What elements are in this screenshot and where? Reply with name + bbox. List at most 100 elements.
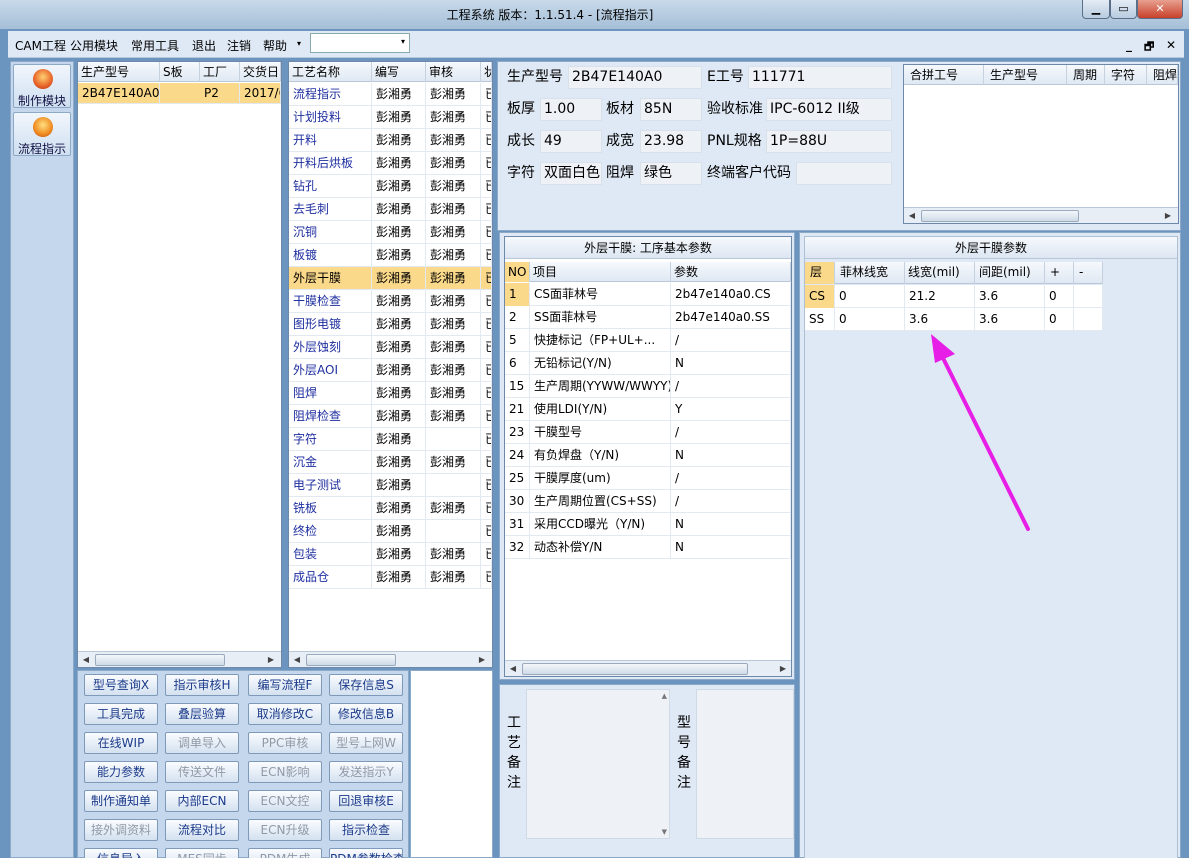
action-button[interactable]: PPC审核	[248, 732, 322, 754]
module-combo[interactable]: ▾	[310, 33, 410, 53]
action-button[interactable]: 编写流程F	[248, 674, 322, 696]
scroll-right-icon[interactable]: ▶	[1162, 210, 1174, 222]
action-button[interactable]: 型号上网W	[329, 732, 403, 754]
action-button[interactable]: 内部ECN	[165, 790, 239, 812]
action-button[interactable]: 型号查询X	[84, 674, 158, 696]
merge-grid-scrollbar[interactable]: ◀ ▶	[904, 207, 1178, 223]
scroll-left-icon[interactable]: ◀	[291, 654, 303, 666]
action-button[interactable]: 指示审核H	[165, 674, 239, 696]
scroll-down-icon[interactable]: ▼	[662, 828, 667, 836]
scroll-right-icon[interactable]: ▶	[265, 654, 277, 666]
param-row[interactable]: 25 干膜厚度(um) /	[505, 467, 791, 490]
process-row[interactable]: 字符彭湘勇 已	[289, 428, 492, 451]
process-row[interactable]: 阻焊检查彭湘勇彭湘勇已	[289, 405, 492, 428]
action-button[interactable]: 修改信息B	[329, 703, 403, 725]
table-row[interactable]: 2B47E140A0 P2 2017/6	[78, 83, 281, 104]
scroll-thumb[interactable]	[921, 210, 1079, 222]
nav-production-module[interactable]: 制作模块	[13, 64, 71, 108]
scroll-thumb[interactable]	[306, 654, 396, 666]
film-row[interactable]: SS 0 3.6 3.6 0	[805, 308, 1103, 331]
process-row[interactable]: 阻焊彭湘勇彭湘勇已	[289, 382, 492, 405]
process-row[interactable]: 计划投料彭湘勇彭湘勇已	[289, 106, 492, 129]
process-row[interactable]: 外层干膜彭湘勇彭湘勇已	[289, 267, 492, 290]
value-customer-code[interactable]	[796, 162, 892, 185]
process-row[interactable]: 图形电镀彭湘勇彭湘勇已	[289, 313, 492, 336]
process-row[interactable]: 包装彭湘勇彭湘勇已	[289, 543, 492, 566]
value-eno[interactable]: 111771	[748, 66, 892, 89]
action-button[interactable]: 能力参数	[84, 761, 158, 783]
col-model[interactable]: 生产型号	[78, 62, 160, 82]
menu-exit[interactable]: 退出	[192, 37, 216, 54]
value-pnl[interactable]: 1P=88U	[766, 130, 892, 153]
close-button[interactable]: ✕	[1137, 0, 1183, 19]
process-row[interactable]: 开料后烘板彭湘勇彭湘勇已	[289, 152, 492, 175]
col-reviewer[interactable]: 审核	[426, 62, 481, 82]
process-row[interactable]: 外层蚀刻彭湘勇彭湘勇已	[289, 336, 492, 359]
mdi-restore-button[interactable]: 🗗	[1144, 38, 1154, 57]
action-button[interactable]: ECN影响	[248, 761, 322, 783]
value-standard[interactable]: IPC-6012 II级	[766, 98, 892, 121]
action-button[interactable]: 回退审核E	[329, 790, 403, 812]
process-row[interactable]: 沉铜彭湘勇彭湘勇已	[289, 221, 492, 244]
process-row[interactable]: 开料彭湘勇彭湘勇已	[289, 129, 492, 152]
col-merge-char[interactable]: 字符	[1105, 65, 1147, 85]
col-delivery[interactable]: 交货日	[240, 62, 281, 82]
scroll-left-icon[interactable]: ◀	[507, 663, 519, 675]
action-button[interactable]: 指示检查	[329, 819, 403, 841]
menu-cam[interactable]: CAM工程	[15, 37, 66, 54]
maximize-button[interactable]: ▭	[1110, 0, 1137, 19]
param-row[interactable]: 15 生产周期(YYWW/WWYY) /	[505, 375, 791, 398]
col-merge-period[interactable]: 周期	[1067, 65, 1105, 85]
menu-common-module[interactable]: 公用模块	[70, 37, 118, 54]
scroll-left-icon[interactable]: ◀	[906, 210, 918, 222]
process-row[interactable]: 板镀彭湘勇彭湘勇已	[289, 244, 492, 267]
action-button[interactable]: ECN升级	[248, 819, 322, 841]
col-spacing-mil[interactable]: 间距(mil)	[975, 262, 1045, 284]
process-notes-input[interactable]: ▲ ▼	[526, 689, 670, 839]
model-notes-input[interactable]	[696, 689, 794, 839]
action-button[interactable]: PDM生成	[248, 848, 322, 858]
params-scrollbar[interactable]: ◀ ▶	[505, 660, 791, 676]
action-button[interactable]: ECN文控	[248, 790, 322, 812]
value-width[interactable]: 23.98	[640, 130, 702, 153]
scroll-up-icon[interactable]: ▲	[662, 692, 667, 700]
menu-logout[interactable]: 注销	[227, 37, 251, 54]
param-row[interactable]: 30 生产周期位置(CS+SS) /	[505, 490, 791, 513]
scroll-right-icon[interactable]: ▶	[777, 663, 789, 675]
scroll-left-icon[interactable]: ◀	[80, 654, 92, 666]
col-process-name[interactable]: 工艺名称	[289, 62, 372, 82]
param-row[interactable]: 21 使用LDI(Y/N) Y	[505, 398, 791, 421]
process-row[interactable]: 外层AOI彭湘勇彭湘勇已	[289, 359, 492, 382]
process-row[interactable]: 终检彭湘勇 已	[289, 520, 492, 543]
col-minus[interactable]: -	[1074, 262, 1103, 284]
col-film-linewidth[interactable]: 菲林线宽	[835, 262, 905, 284]
action-button[interactable]: 流程对比	[165, 819, 239, 841]
param-row[interactable]: 31 采用CCD曝光（Y/N) N	[505, 513, 791, 536]
action-button[interactable]: 在线WIP	[84, 732, 158, 754]
scroll-thumb[interactable]	[95, 654, 225, 666]
menu-help[interactable]: 帮助	[263, 37, 287, 54]
value-character[interactable]: 双面白色	[540, 162, 602, 185]
film-row[interactable]: CS 0 21.2 3.6 0	[805, 285, 1103, 308]
model-grid-scrollbar[interactable]: ◀ ▶	[78, 651, 281, 667]
process-row[interactable]: 干膜检查彭湘勇彭湘勇已	[289, 290, 492, 313]
col-s-board[interactable]: S板	[160, 62, 200, 82]
action-button[interactable]: 叠层验算	[165, 703, 239, 725]
action-button[interactable]: 接外调资料	[84, 819, 158, 841]
action-button[interactable]: PDM参数检查	[329, 848, 403, 858]
process-grid-scrollbar[interactable]: ◀ ▶	[289, 651, 492, 667]
process-row[interactable]: 去毛刺彭湘勇彭湘勇已	[289, 198, 492, 221]
col-layer[interactable]: 层	[805, 262, 835, 284]
action-button[interactable]: 调单导入	[165, 732, 239, 754]
mdi-close-button[interactable]: ✕	[1166, 38, 1176, 52]
process-row[interactable]: 铣板彭湘勇彭湘勇已	[289, 497, 492, 520]
menu-common-tools[interactable]: 常用工具	[131, 37, 179, 54]
value-model[interactable]: 2B47E140A0	[568, 66, 702, 89]
process-row[interactable]: 沉金彭湘勇彭湘勇已	[289, 451, 492, 474]
nav-process-guide[interactable]: 流程指示	[13, 112, 71, 156]
action-button[interactable]: 传送文件	[165, 761, 239, 783]
action-button[interactable]: 发送指示Y	[329, 761, 403, 783]
param-row[interactable]: 6 无铅标记(Y/N) N	[505, 352, 791, 375]
action-button[interactable]: 制作通知单	[84, 790, 158, 812]
action-button[interactable]: 保存信息S	[329, 674, 403, 696]
